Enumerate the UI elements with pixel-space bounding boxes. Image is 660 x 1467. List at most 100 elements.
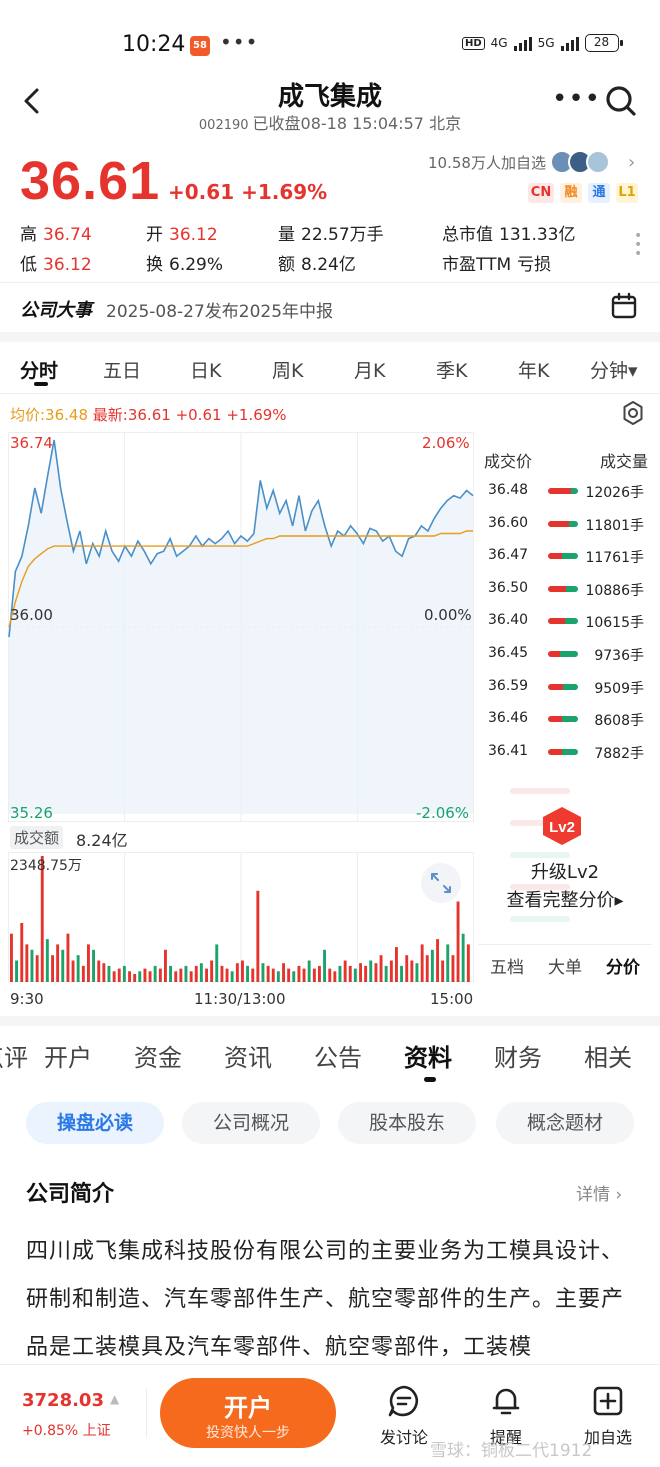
volume-bar <box>107 965 111 982</box>
trade-qty: 12026手 <box>585 485 644 501</box>
tab-comments[interactable]: 点评 <box>0 1038 28 1073</box>
volume-bar <box>189 971 193 982</box>
expand-stats-button[interactable]: • • • <box>634 229 642 261</box>
trade-qty: 10615手 <box>585 615 644 632</box>
divider <box>146 1388 147 1438</box>
tab-related[interactable]: 相关 <box>584 1038 632 1073</box>
tab-yearly-k[interactable]: 年K <box>518 356 549 383</box>
chip-shareholders[interactable]: 股本股东 <box>338 1102 476 1144</box>
tab-minute[interactable]: 分钟▾ <box>590 356 638 383</box>
volume-bar <box>112 971 116 982</box>
volume-bar <box>97 960 101 982</box>
chevron-right-icon[interactable]: › <box>628 152 635 173</box>
y-tick-high-pct: 2.06% <box>422 434 470 452</box>
volume-bar <box>15 960 18 982</box>
volume-bar <box>87 944 90 982</box>
buy-sell-ratio-bar <box>548 651 578 657</box>
tab-weekly-k[interactable]: 周K <box>272 356 303 383</box>
svg-text:Lv2: Lv2 <box>549 819 575 836</box>
trade-price: 36.40 <box>488 612 529 629</box>
stock-badges: CN 融 通 L1 <box>528 183 638 203</box>
tab-indicator <box>424 1077 436 1082</box>
stat-pe-ttm: 市盈TTM 亏损 <box>442 255 552 275</box>
upgrade-lv2-title[interactable]: 升级Lv2 <box>478 858 652 884</box>
divider <box>0 393 660 394</box>
tab-large-orders[interactable]: 大单 <box>536 945 594 984</box>
tab-news[interactable]: 资讯 <box>224 1038 272 1073</box>
tab-five-levels[interactable]: 五档 <box>478 945 536 984</box>
trade-price: 36.48 <box>488 482 529 498</box>
volume-bar <box>261 963 265 982</box>
follow-count[interactable]: 10.58万人加自选 <box>428 152 546 173</box>
trade-row: 36.40 10615手 <box>488 610 644 632</box>
intro-details-link[interactable]: 详情 › <box>576 1180 622 1205</box>
tab-five-day[interactable]: 五日 <box>103 356 141 383</box>
volume-bar <box>415 963 419 982</box>
post-discussion-button[interactable]: 发讨论 <box>372 1384 436 1448</box>
market-status: 已收盘08-18 15:04:57 北京 <box>252 114 462 133</box>
volume-bar <box>20 923 24 982</box>
more-options-button[interactable]: ••• <box>552 84 601 114</box>
calendar-icon[interactable] <box>610 292 638 320</box>
volume-bar <box>169 965 172 982</box>
fullscreen-icon[interactable] <box>420 862 462 904</box>
tab-quarterly-k[interactable]: 季K <box>436 356 467 383</box>
volume-bar <box>66 933 70 982</box>
volume-bar <box>205 968 208 982</box>
view-full-price-link[interactable]: 查看完整分价▸ <box>478 886 652 912</box>
tab-profile[interactable]: 资料 <box>404 1038 452 1073</box>
volume-bar <box>199 963 203 982</box>
gear-icon[interactable] <box>620 400 646 426</box>
tab-financials[interactable]: 财务 <box>494 1038 542 1073</box>
y-tick-low: 35.26 <box>10 804 53 822</box>
index-arrow-icon: ▲ <box>110 1392 120 1406</box>
tab-monthly-k[interactable]: 月K <box>354 356 385 383</box>
trade-qty: 9509手 <box>594 680 644 697</box>
tab-capital[interactable]: 资金 <box>134 1038 182 1073</box>
trade-price: 36.60 <box>488 514 529 531</box>
intraday-price-chart[interactable] <box>8 432 474 822</box>
battery-icon: 28 <box>584 34 623 52</box>
volume-bar <box>51 955 54 982</box>
tab-price-breakdown[interactable]: 分价 <box>594 945 652 984</box>
chip-trading-essentials[interactable]: 操盘必读 <box>26 1102 164 1144</box>
stat-volume: 量 22.57万手 <box>278 225 384 245</box>
volume-bar <box>436 939 439 982</box>
volume-bar <box>400 965 403 982</box>
volume-bar <box>25 944 29 982</box>
buy-sell-ratio-bar <box>548 585 578 592</box>
chip-concepts[interactable]: 概念题材 <box>496 1102 634 1144</box>
open-account-title: 开户 <box>224 1394 272 1422</box>
add-square-icon <box>593 1386 623 1416</box>
tab-daily-k[interactable]: 日K <box>190 356 221 383</box>
tab-intraday[interactable]: 分时 <box>20 356 58 383</box>
chip-company-overview[interactable]: 公司概况 <box>182 1102 320 1144</box>
stat-market-cap: 总市值 131.33亿 <box>442 225 576 245</box>
stock-code: 002190 <box>198 118 249 133</box>
volume-bar <box>266 965 270 982</box>
tab-open-account[interactable]: 开户 <box>44 1038 92 1073</box>
events-text[interactable]: 2025-08-27发布2025年中报 <box>106 297 333 322</box>
volume-bar <box>143 968 147 982</box>
volume-bar <box>312 968 316 982</box>
search-button[interactable] <box>604 84 638 118</box>
volume-bar <box>318 965 321 982</box>
index-value[interactable]: 3728.03 <box>22 1390 104 1411</box>
index-change[interactable]: +0.85% 上证 <box>22 1420 111 1440</box>
follower-avatars[interactable] <box>550 150 610 174</box>
more-notifications-icon: ••• <box>220 30 259 54</box>
tab-announcements[interactable]: 公告 <box>314 1038 362 1073</box>
buy-sell-ratio-bar <box>548 488 578 494</box>
open-account-button[interactable]: 开户 投资快人一步 <box>160 1378 336 1448</box>
lv2-badge-icon[interactable]: Lv2 <box>540 806 584 846</box>
chart-period-tabs: 分时 五日 日K 周K 月K 季K 年K 分钟▾ <box>0 352 660 392</box>
events-title: 公司大事 <box>20 300 92 321</box>
volume-bar <box>389 960 393 982</box>
stat-amount: 额 8.24亿 <box>278 255 356 275</box>
buy-sell-ratio-bar <box>548 520 578 527</box>
stat-open: 开 36.12 <box>146 225 218 245</box>
legend-change: +0.61 <box>175 406 222 424</box>
buy-sell-ratio-bar <box>548 748 578 755</box>
orderbook-tabs: 五档 大单 分价 <box>478 944 652 984</box>
chart-legend: 均价:36.48 最新:36.61 +0.61 +1.69% <box>10 404 287 425</box>
